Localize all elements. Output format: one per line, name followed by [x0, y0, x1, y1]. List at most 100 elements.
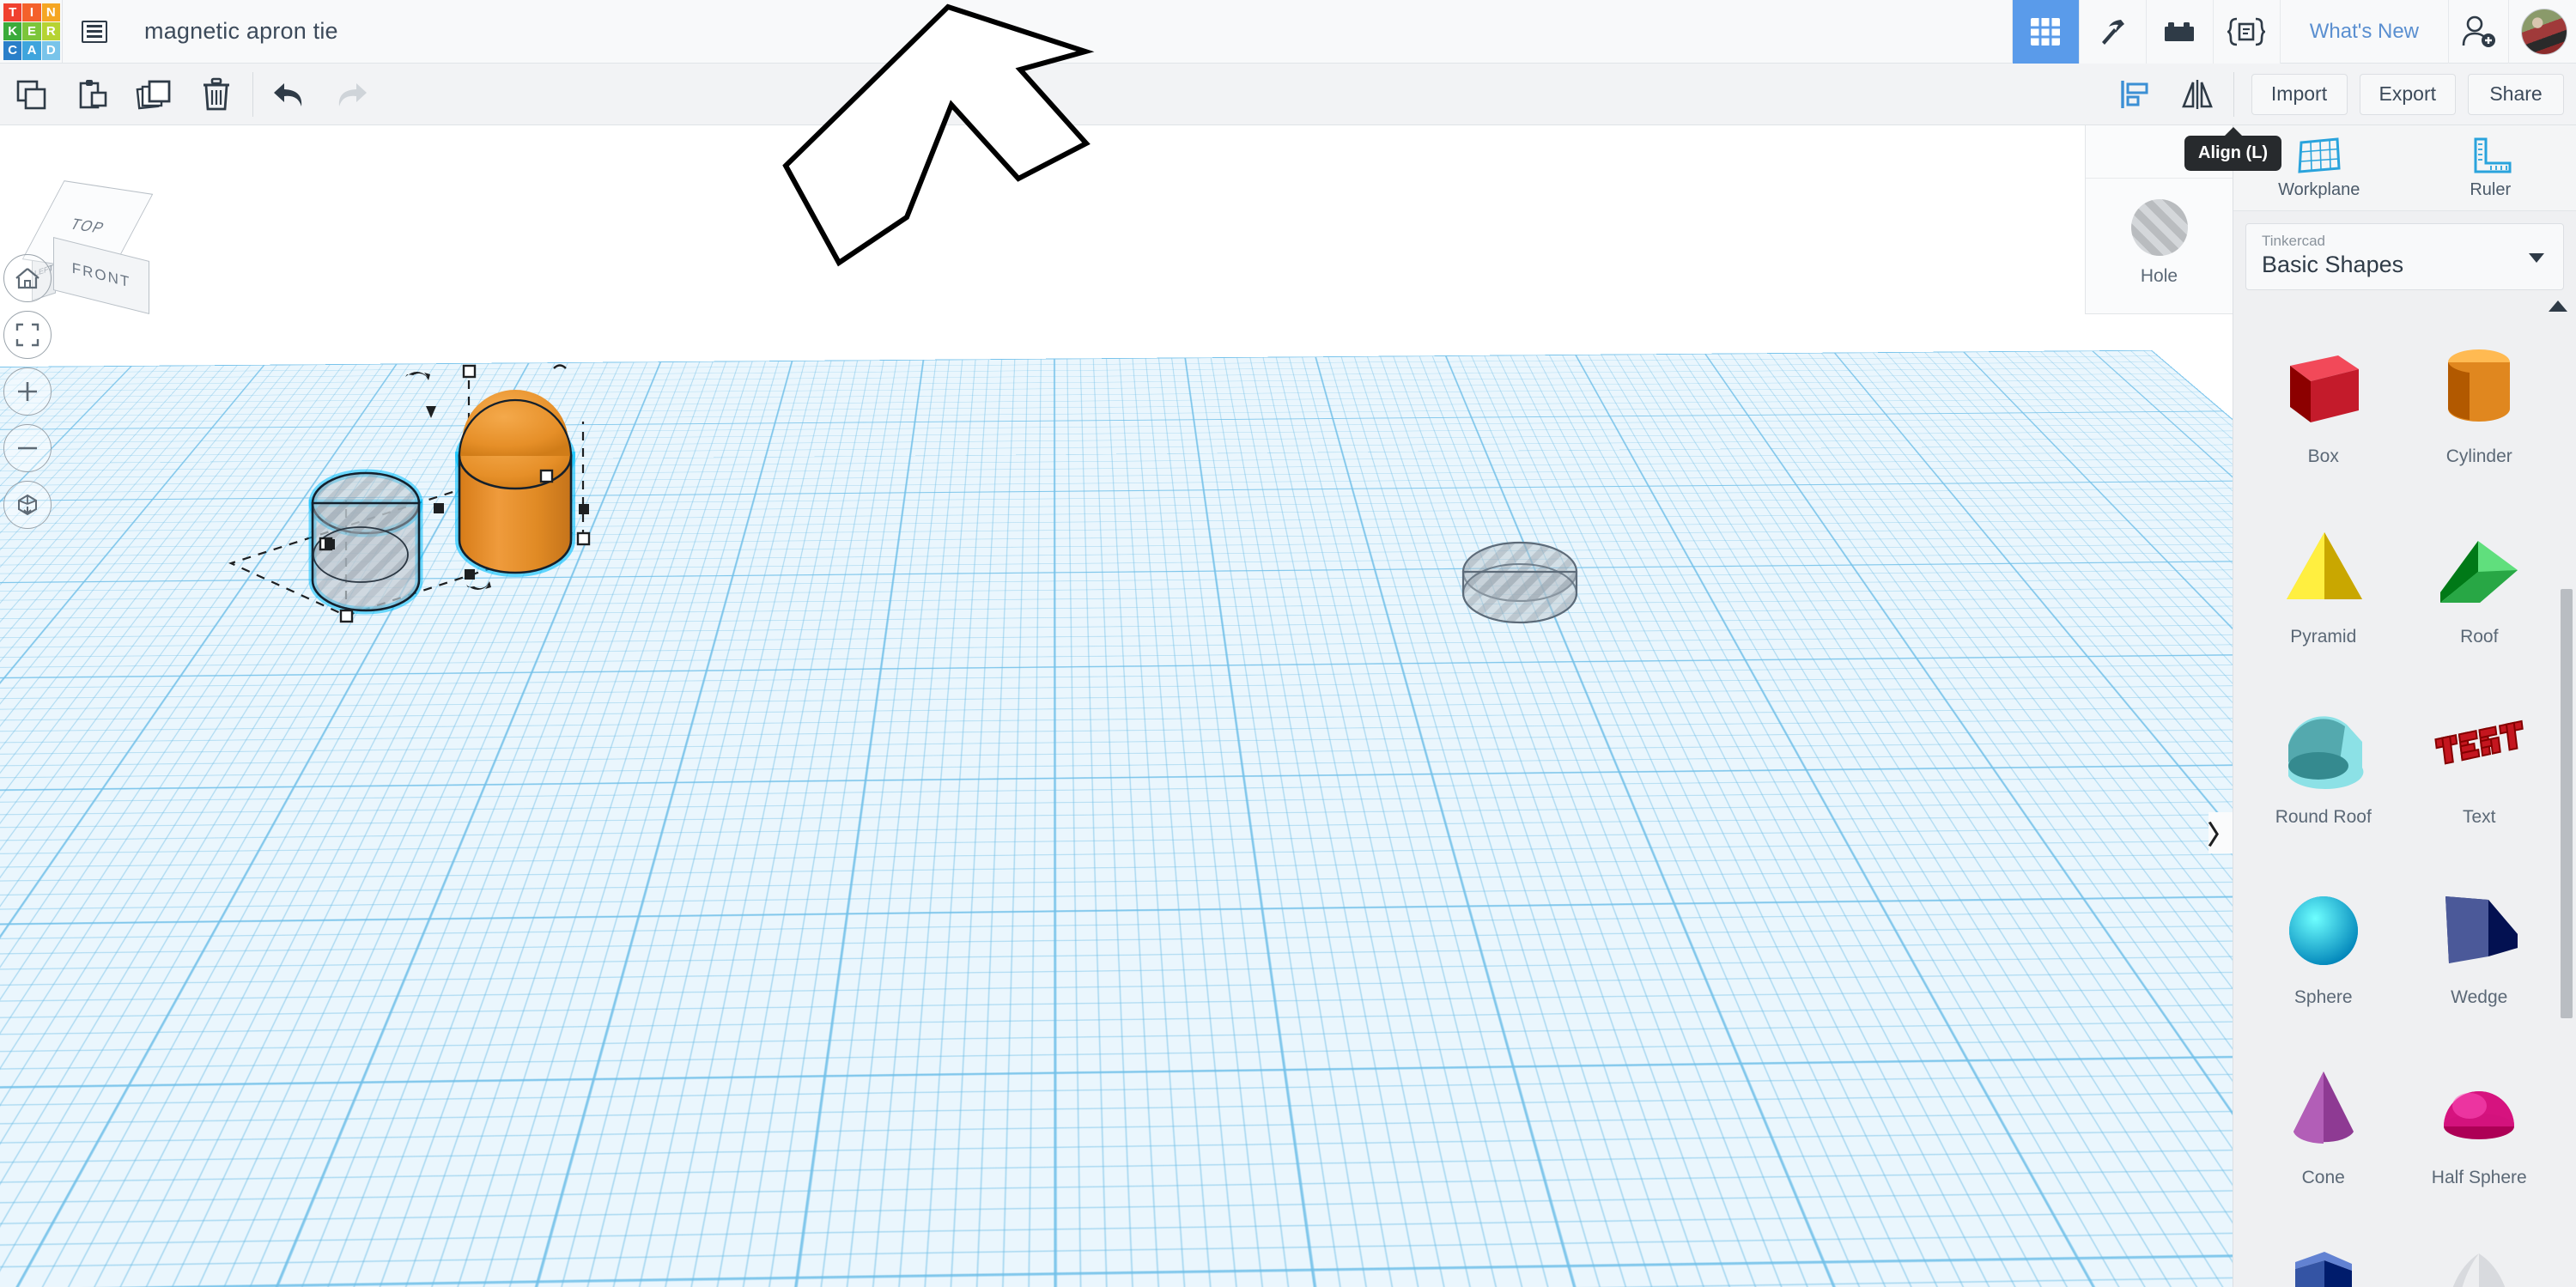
mirror-icon — [2181, 79, 2213, 109]
hole-label: Hole — [2140, 266, 2178, 286]
duplicate-icon — [136, 80, 171, 109]
logo-cell-e: E — [22, 21, 41, 41]
home-icon — [15, 268, 39, 289]
shape-box-label: Box — [2307, 446, 2339, 466]
paste-button[interactable] — [62, 64, 124, 125]
copy-button[interactable] — [0, 64, 62, 125]
library-source-label: Tinkercad — [2262, 233, 2326, 249]
ruler-label: Ruler — [2470, 180, 2512, 199]
shape-cylinder-label: Cylinder — [2445, 446, 2512, 466]
logo-cell-d: D — [41, 41, 60, 60]
ruler-tool[interactable]: Ruler — [2405, 136, 2576, 200]
shape-sphere[interactable]: Sphere — [2245, 835, 2402, 1015]
shape-library-dropdown[interactable]: Tinkercad Basic Shapes — [2245, 223, 2564, 290]
shape-wedge[interactable]: Wedge — [2402, 835, 2558, 1015]
delete-button[interactable] — [185, 64, 247, 125]
shape-sphere-label: Sphere — [2293, 987, 2353, 1007]
add-user-button[interactable] — [2448, 0, 2508, 64]
shape-box[interactable]: Box — [2245, 294, 2402, 474]
bricks-button[interactable] — [2145, 0, 2213, 64]
whats-new-link[interactable]: What's New — [2279, 0, 2448, 64]
shape-half-sphere[interactable]: Half Sphere — [2402, 1015, 2558, 1195]
code-blocks-icon — [2227, 17, 2266, 46]
cube-perspective-icon — [18, 494, 37, 516]
projection-toggle-button[interactable] — [3, 481, 52, 529]
hole-tool[interactable]: Hole — [2086, 179, 2233, 287]
top-bar: TINKERCAD magnetic apron tie What's New — [0, 0, 2576, 64]
library-name-label: Basic Shapes — [2262, 252, 2404, 277]
chevron-down-icon — [2529, 253, 2544, 263]
zoom-in-button[interactable] — [3, 367, 52, 416]
shape-pyramid-icon — [2272, 512, 2375, 615]
shape-roof-label: Roof — [2460, 627, 2499, 647]
duplicate-button[interactable] — [124, 64, 185, 125]
shape-text-icon — [2427, 692, 2530, 795]
cylinder-solid-orange[interactable] — [455, 390, 575, 577]
pickaxe-icon — [2102, 19, 2125, 45]
design-viewport[interactable]: LEFT TOP FRONT 〉 — [0, 125, 2233, 1287]
shape-cone[interactable]: Cone — [2245, 1015, 2402, 1195]
panel-tools: Workplane Ruler — [2233, 125, 2576, 211]
logo-cell-r: R — [41, 21, 60, 41]
shape-roof[interactable]: Roof — [2402, 474, 2558, 654]
shape-round-roof-label: Round Roof — [2275, 807, 2372, 827]
shape-roof-icon — [2427, 512, 2530, 615]
logo-cell-a: A — [22, 41, 41, 60]
trash-icon — [204, 77, 229, 110]
copy-icon — [16, 80, 46, 109]
codeblocks-button[interactable] — [2212, 0, 2280, 64]
blocks-grid-icon — [2031, 17, 2061, 46]
shape-cylinder[interactable]: Cylinder — [2402, 294, 2558, 474]
edit-toolbar-right: Import Export Share — [2105, 64, 2576, 125]
shape-box-icon — [2272, 331, 2375, 434]
add-user-icon — [2462, 15, 2495, 47]
import-button[interactable]: Import — [2251, 73, 2348, 115]
align-button[interactable] — [2105, 64, 2166, 125]
paste-icon — [79, 79, 107, 108]
cylinder-hole-back[interactable] — [1461, 541, 1578, 624]
export-button[interactable]: Export — [2359, 73, 2456, 115]
redo-button[interactable] — [320, 64, 382, 125]
shape-polygon-icon — [2272, 1233, 2375, 1287]
hole-striped-circle-icon — [2130, 199, 2188, 256]
workplane-label: Workplane — [2278, 180, 2360, 199]
edit-toolbar-left — [0, 64, 382, 125]
minecraft-button[interactable] — [2078, 0, 2146, 64]
main-menu-button[interactable] — [62, 0, 125, 64]
home-view-button[interactable] — [3, 254, 52, 302]
shape-half-sphere-icon — [2427, 1053, 2530, 1156]
align-tooltip: Align (L) — [2184, 127, 2282, 171]
zoom-out-button[interactable] — [3, 424, 52, 472]
avatar[interactable] — [2521, 8, 2567, 55]
edit-toolbar: Import Export Share — [0, 64, 2576, 125]
fit-to-view-button[interactable] — [3, 311, 52, 359]
top-bar-right: What's New — [2011, 0, 2576, 64]
shape-wedge-icon — [2427, 872, 2530, 975]
logo-cell-i: I — [22, 3, 41, 21]
shape-paraboloid[interactable]: Paraboloid — [2402, 1195, 2558, 1287]
shape-grid: Box Cylinder Pyramid Roof Round Roof Text Sphe… — [2233, 294, 2576, 1287]
toolbar-divider — [252, 71, 253, 117]
shape-pyramid[interactable]: Pyramid — [2245, 474, 2402, 654]
logo-cell-n: N — [41, 3, 60, 21]
shape-cone-icon — [2272, 1053, 2375, 1156]
scene-objects — [228, 364, 1578, 624]
shape-cylinder-icon — [2427, 331, 2530, 434]
shapes-panel: Workplane Ruler Tinkercad Basic Shapes B… — [2233, 125, 2576, 1287]
shape-paraboloid-icon — [2427, 1233, 2530, 1287]
tinkercad-logo[interactable]: TIN KERCAD — [2, 2, 62, 62]
shape-text[interactable]: Text — [2402, 654, 2558, 835]
share-button[interactable]: Share — [2468, 73, 2564, 115]
blocks-grid-button[interactable] — [2011, 0, 2079, 64]
mirror-button[interactable] — [2166, 64, 2228, 125]
shape-polygon[interactable]: Polygon — [2245, 1195, 2402, 1287]
shape-cone-label: Cone — [2301, 1168, 2345, 1187]
shape-round-roof[interactable]: Round Roof — [2245, 654, 2402, 835]
list-menu-icon — [81, 20, 107, 43]
shape-sphere-icon — [2272, 872, 2375, 975]
shape-half-sphere-label: Half Sphere — [2431, 1168, 2527, 1187]
undo-button[interactable] — [258, 64, 320, 125]
undo-arrow-icon — [274, 82, 302, 106]
shape-wedge-label: Wedge — [2451, 987, 2508, 1007]
collapse-panel-chevron[interactable]: 〉 — [2208, 812, 2233, 853]
